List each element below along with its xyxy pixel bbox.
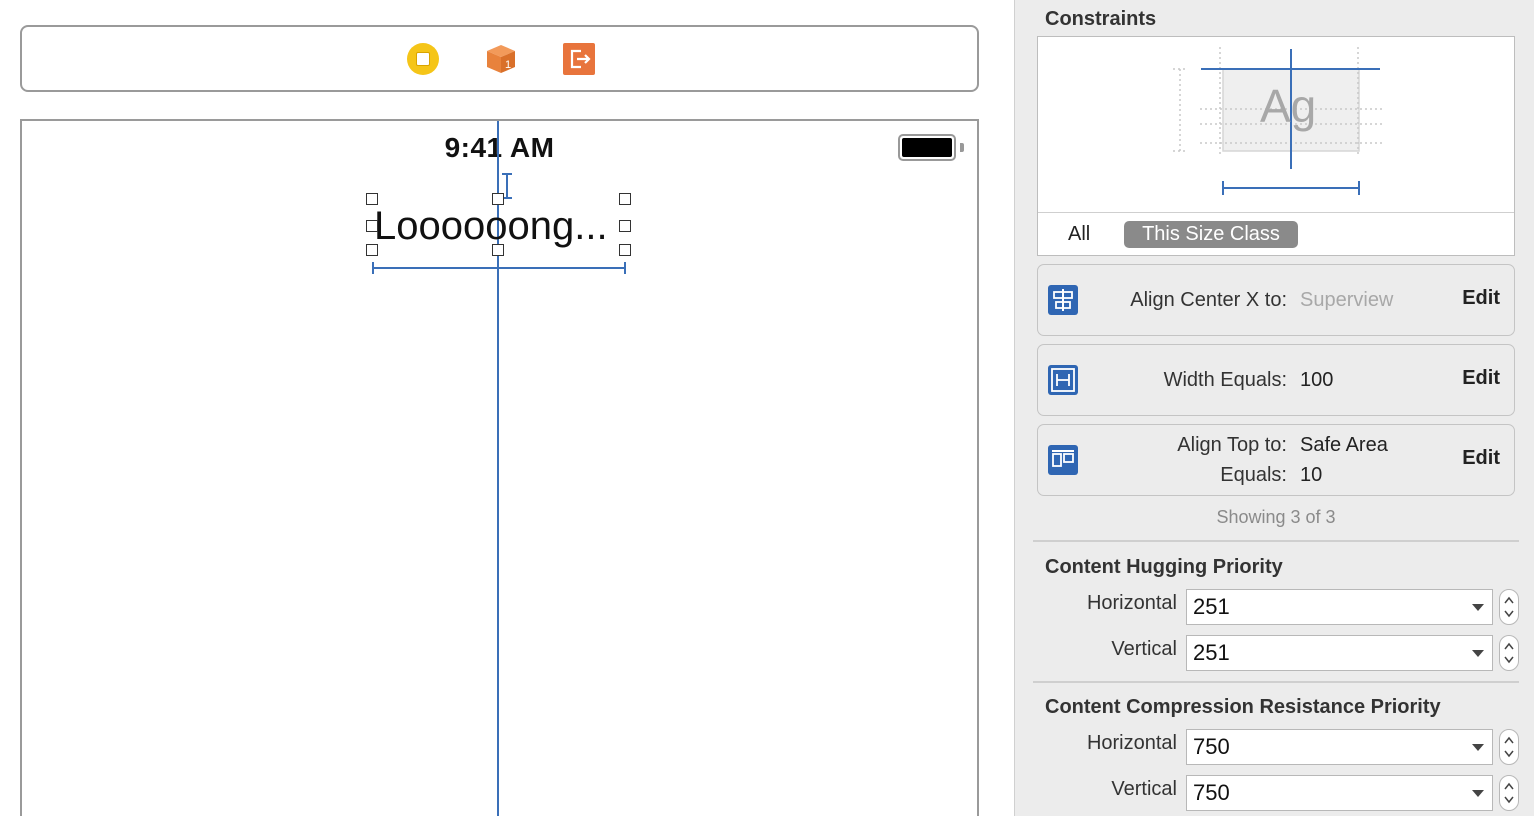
edit-button[interactable]: Edit [1462,287,1500,310]
width-constraint-line[interactable] [372,261,626,275]
first-responder-icon[interactable]: 1 [484,42,518,76]
dropdown-caret-icon[interactable] [1472,650,1484,657]
field-value: 750 [1193,734,1230,759]
svg-text:1: 1 [505,59,511,71]
hugging-vertical-label: Vertical [1111,638,1177,660]
battery-icon [898,134,956,161]
constraint-value-secondary: 10 [1300,464,1323,486]
compression-vertical-stepper[interactable] [1499,775,1519,811]
resize-handle-bottom-right[interactable] [619,244,631,256]
constraints-title: Constraints [1045,8,1157,30]
compression-horizontal-stepper[interactable] [1499,729,1519,765]
hugging-vertical-stepper[interactable] [1499,635,1519,671]
field-value: 251 [1193,594,1230,619]
view-controller-icon[interactable] [406,42,440,76]
field-value: 251 [1193,640,1230,665]
constraints-count: Showing 3 of 3 [1216,507,1336,527]
resize-handle-bottom-left[interactable] [366,244,378,256]
constraint-key: Width Equals: [1163,369,1287,391]
hugging-vertical-field[interactable]: 251 [1186,635,1493,671]
constraints-filter-tabs: All This Size Class [1038,212,1514,255]
hugging-horizontal-field[interactable]: 251 [1186,589,1493,625]
compression-vertical-label: Vertical [1111,778,1177,800]
battery-tip [960,143,964,152]
width-constraint-icon[interactable] [1047,364,1079,396]
compression-vertical-field[interactable]: 750 [1186,775,1493,811]
edit-button[interactable]: Edit [1462,367,1500,390]
constraint-row-top[interactable]: Align Top to: Safe Area Equals: 10 Edit [1037,424,1515,496]
constraint-value: Safe Area [1300,434,1388,456]
compression-horizontal-field[interactable]: 750 [1186,729,1493,765]
resize-handle-top-left[interactable] [366,193,378,205]
constraint-row-center-x[interactable]: Align Center X to: Superview Edit [1037,264,1515,336]
tab-all[interactable]: All [1068,223,1090,246]
size-inspector: Constraints Ag All This Size Class Align… [1014,0,1534,816]
resize-handle-top-right[interactable] [619,193,631,205]
resize-handle-right[interactable] [619,220,631,232]
exit-icon[interactable] [562,42,596,76]
section-divider [1033,681,1519,683]
compression-title: Content Compression Resistance Priority [1045,696,1441,718]
resize-handle-left[interactable] [366,220,378,232]
hugging-horizontal-stepper[interactable] [1499,589,1519,625]
section-divider [1033,540,1519,542]
dropdown-caret-icon[interactable] [1472,604,1484,611]
align-center-x-icon[interactable] [1047,284,1079,316]
constraint-key-secondary: Equals: [1220,464,1287,486]
tab-this-size-class[interactable]: This Size Class [1124,221,1298,248]
device-frame: 9:41 AM Loooooong... [20,119,979,816]
hugging-horizontal-label: Horizontal [1086,592,1177,614]
field-value: 750 [1193,780,1230,805]
constraint-value: Superview [1300,289,1394,311]
constraint-key: Align Top to: [1177,434,1287,456]
constraint-key: Align Center X to: [1130,289,1287,311]
dropdown-caret-icon[interactable] [1472,790,1484,797]
status-bar-time: 9:41 AM [444,132,555,163]
compression-horizontal-label: Horizontal [1086,732,1177,754]
resize-handle-top[interactable] [492,193,504,205]
scene-dock: 1 [20,25,979,92]
preview-sample-text: Ag [1260,80,1317,132]
constraints-preview-box: Ag All This Size Class [1037,36,1515,256]
constraint-value: 100 [1300,369,1334,391]
hugging-title: Content Hugging Priority [1045,556,1283,578]
storyboard-canvas[interactable]: 1 9:41 AM Loooooong... [0,0,1014,816]
edit-button[interactable]: Edit [1462,447,1500,470]
align-top-icon[interactable] [1047,444,1079,476]
dropdown-caret-icon[interactable] [1472,744,1484,751]
constraint-row-width[interactable]: Width Equals: 100 Edit [1037,344,1515,416]
resize-handle-bottom[interactable] [492,244,504,256]
